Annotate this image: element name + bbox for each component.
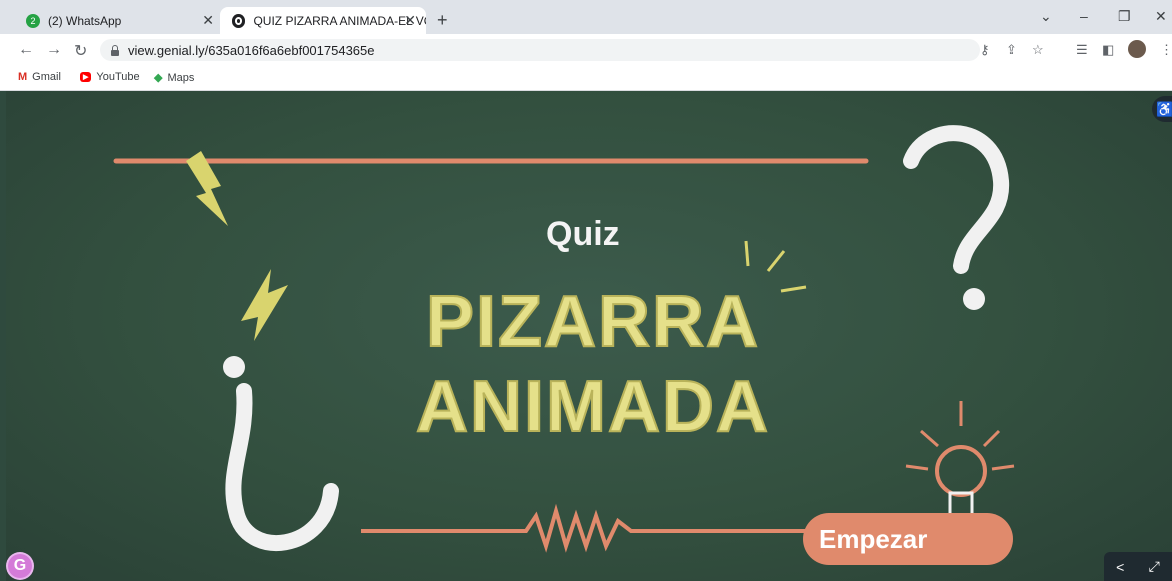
chalkboard: Quiz PIZARRA ANIMADA Empezar ♿ [6, 91, 1172, 581]
forward-icon[interactable]: → [46, 41, 62, 59]
start-button[interactable]: Empezar [803, 513, 1013, 565]
bookmark-maps[interactable]: ◆ Maps [154, 71, 195, 85]
reload-icon[interactable]: ↻ [74, 41, 87, 61]
whatsapp-icon: 2 [26, 13, 40, 28]
tab-whatsapp[interactable]: 2 (2) WhatsApp ✕ [14, 7, 224, 34]
menu-icon[interactable]: ⋮ [1160, 42, 1172, 58]
address-bar[interactable]: view.genial.ly/635a016f6a6ebf001754365e [100, 39, 980, 61]
share-icon[interactable]: ⇪ [1006, 42, 1017, 58]
light-bulb-icon [935, 445, 987, 497]
bookmark-star-icon[interactable]: ☆ [1032, 42, 1044, 58]
start-button-label: Empezar [819, 523, 928, 554]
title-line-1: PIZARRA [425, 281, 760, 363]
reading-list-icon[interactable]: ☰ [1076, 42, 1088, 58]
close-tab-icon[interactable]: ✕ [202, 13, 214, 27]
tab-quiz[interactable]: QUIZ PIZARRA ANIMADA-EL VO ✕ [220, 7, 426, 34]
bookmark-label: YouTube [96, 71, 140, 83]
lock-icon [110, 44, 120, 56]
genially-icon [232, 13, 246, 28]
tab-title: QUIZ PIZARRA ANIMADA-EL VO [253, 13, 426, 28]
minimize-icon[interactable]: – [1080, 8, 1088, 24]
tab-search-icon[interactable]: ⌄ [1040, 8, 1052, 25]
bookmarks-bar: M Gmail ▶ YouTube ◆ Maps [0, 66, 1172, 91]
page-content: Quiz PIZARRA ANIMADA Empezar ♿ G < ⤢ [0, 91, 1172, 581]
bookmark-label: Maps [167, 71, 195, 84]
maps-icon: ◆ [154, 72, 163, 84]
tab-title: (2) WhatsApp [48, 13, 122, 28]
question-mark-icon [903, 125, 1010, 274]
close-window-icon[interactable]: ✕ [1155, 8, 1167, 25]
grammarly-icon[interactable]: G [8, 554, 32, 578]
tab-strip: 2 (2) WhatsApp ✕ QUIZ PIZARRA ANIMADA-EL… [0, 0, 1172, 34]
gmail-icon: M [18, 71, 28, 83]
inverted-question-mark-icon [225, 383, 339, 551]
browser-toolbar: ← → ↻ view.genial.ly/635a016f6a6ebf00175… [0, 34, 1172, 66]
new-tab-icon[interactable]: + [437, 10, 448, 31]
bottom-chalk-line [361, 503, 806, 553]
fullscreen-icon[interactable]: ⤢ [1149, 558, 1160, 575]
bookmark-label: Gmail [32, 71, 61, 83]
profile-avatar[interactable] [1128, 40, 1146, 58]
accessibility-icon[interactable]: ♿ [1152, 96, 1172, 122]
title-line-2: ANIMADA [415, 366, 770, 448]
share-icon[interactable]: < [1116, 559, 1124, 575]
restore-icon[interactable]: ❐ [1118, 8, 1131, 25]
url-text: view.genial.ly/635a016f6a6ebf001754365e [128, 42, 375, 58]
side-panel-icon[interactable]: ◧ [1102, 42, 1114, 58]
quiz-label: Quiz [546, 215, 620, 253]
back-icon[interactable]: ← [18, 41, 34, 59]
viewer-controls: < ⤢ [1104, 552, 1172, 581]
bookmark-gmail[interactable]: M Gmail [18, 71, 61, 83]
close-tab-icon[interactable]: ✕ [404, 13, 416, 27]
key-icon[interactable]: ⚷ [980, 42, 990, 58]
bookmark-youtube[interactable]: ▶ YouTube [80, 71, 140, 83]
youtube-icon: ▶ [80, 72, 92, 82]
lightning-icon [241, 269, 288, 341]
